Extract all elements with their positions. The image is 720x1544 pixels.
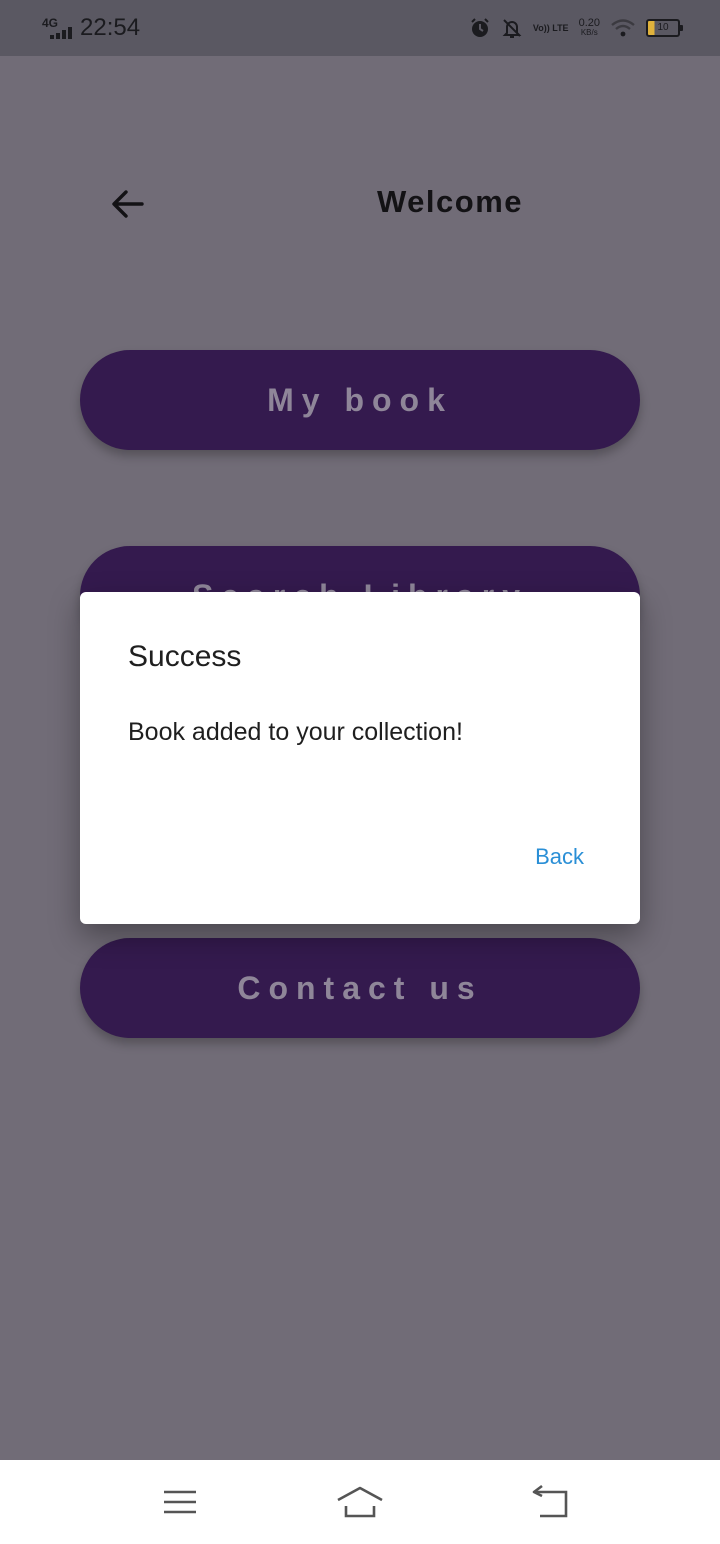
dialog-title: Success (128, 640, 242, 673)
home-icon[interactable] (336, 1478, 384, 1526)
alarm-icon (469, 17, 491, 39)
dialog-message: Book added to your collection! (128, 718, 463, 746)
battery-icon: 10 (646, 19, 683, 37)
navigation-bar (0, 1460, 720, 1544)
status-bar: 4G 22:54 Vo)) LTE 0.20 KB/s 10 (0, 0, 720, 56)
signal-icon (50, 27, 72, 39)
network-speed: 0.20 KB/s (579, 18, 600, 38)
wifi-icon (610, 17, 636, 39)
back-arrow-icon[interactable] (106, 182, 150, 226)
my-book-button[interactable]: My book (80, 350, 640, 450)
speed-unit: KB/s (580, 28, 598, 37)
contact-us-button[interactable]: Contact us (80, 938, 640, 1038)
status-right: Vo)) LTE 0.20 KB/s 10 (469, 12, 683, 44)
page-title: Welcome (376, 184, 524, 219)
menu-icon[interactable] (156, 1478, 204, 1526)
status-time: 22:54 (80, 14, 141, 41)
volte-indicator: Vo)) LTE (532, 23, 569, 33)
bell-off-icon (501, 17, 523, 39)
back-icon[interactable] (526, 1478, 574, 1526)
dialog-back-button[interactable]: Back (535, 844, 584, 870)
success-dialog: Success Book added to your collection! B… (80, 592, 640, 924)
